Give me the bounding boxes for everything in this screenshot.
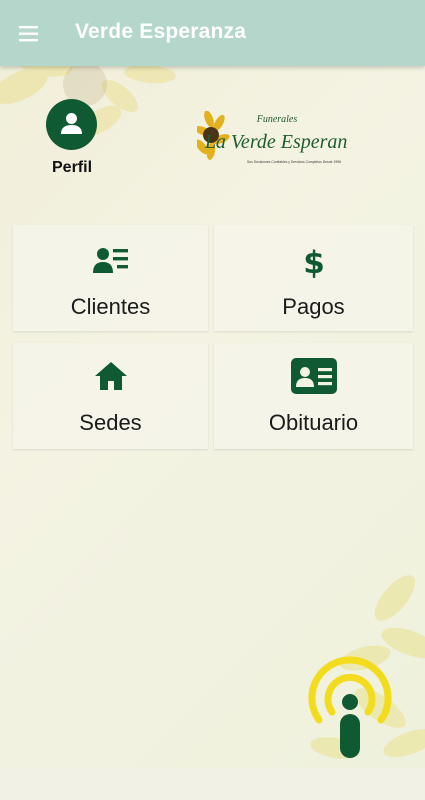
company-logo: Funerales La Verde Esperanza Sus Decisio… bbox=[194, 110, 365, 169]
tile-label: Sedes bbox=[79, 410, 142, 435]
tile-label: Pagos bbox=[282, 294, 345, 319]
dollar-icon: $ bbox=[303, 245, 325, 278]
tile-sedes[interactable]: Sedes bbox=[13, 343, 208, 449]
tile-obituario[interactable]: Obituario bbox=[214, 343, 413, 449]
microphone-broadcast-icon bbox=[308, 656, 392, 758]
id-card-icon bbox=[290, 358, 337, 394]
profile-label: Perfil bbox=[52, 159, 93, 176]
menu-icon[interactable] bbox=[14, 19, 44, 49]
client-list-icon bbox=[92, 248, 128, 273]
tile-label: Obituario bbox=[268, 410, 359, 435]
tile-label: Clientes bbox=[70, 294, 151, 319]
sunflower-background-icon bbox=[0, 66, 176, 137]
tile-pagos[interactable]: $ Pagos bbox=[214, 225, 413, 331]
person-icon bbox=[61, 113, 82, 134]
svg-text:$: $ bbox=[303, 245, 325, 278]
voice-broadcast-button[interactable] bbox=[302, 656, 398, 764]
bottom-strip bbox=[0, 768, 425, 800]
app-bar: Verde Esperanza bbox=[0, 0, 425, 66]
profile-avatar-button[interactable] bbox=[46, 99, 97, 150]
logo-main-text: La Verde Esperanza bbox=[204, 131, 347, 153]
logo-tagline: Sus Decisiones Confiables y Servicios Co… bbox=[247, 160, 341, 164]
logo-top-text: Funerales bbox=[256, 114, 298, 125]
tile-clientes[interactable]: Clientes bbox=[13, 225, 208, 331]
home-icon bbox=[94, 362, 127, 390]
app-title: Verde Esperanza bbox=[75, 20, 247, 43]
